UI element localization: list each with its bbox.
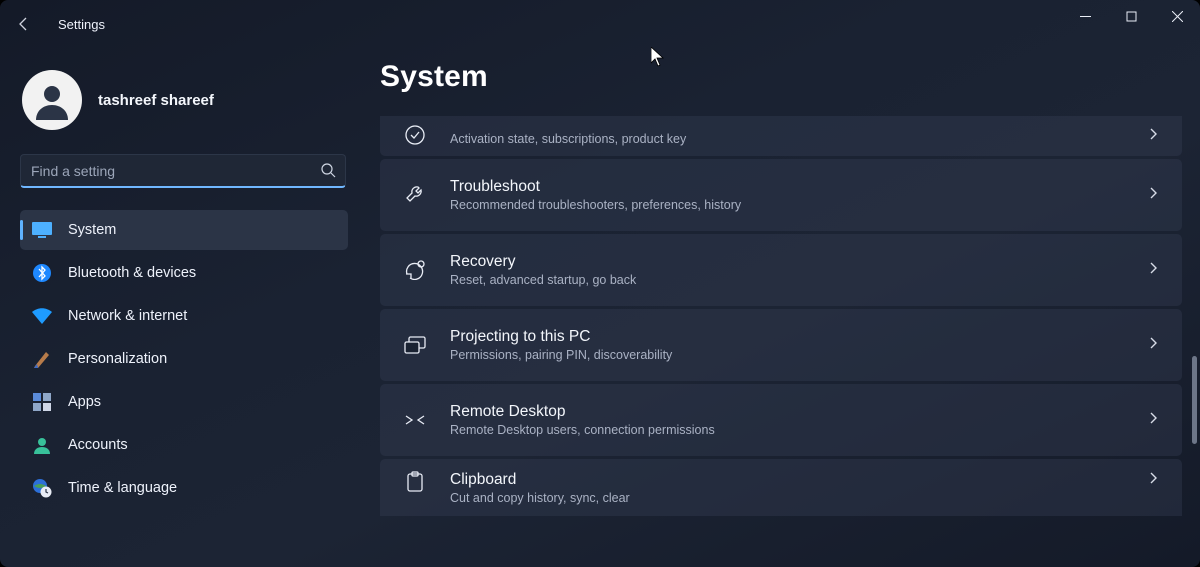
remote-icon [380, 410, 450, 430]
card-text: Remote Desktop Remote Desktop users, con… [450, 403, 1146, 437]
globe-clock-icon [32, 478, 52, 498]
card-title: Troubleshoot [450, 178, 1146, 196]
bluetooth-icon [32, 263, 52, 283]
app-title: Settings [58, 17, 105, 32]
chevron-right-icon [1146, 127, 1160, 146]
card-recovery[interactable]: Recovery Reset, advanced startup, go bac… [380, 234, 1182, 306]
wrench-icon [380, 184, 450, 206]
card-text: Clipboard Cut and copy history, sync, cl… [450, 471, 1146, 505]
sidebar-item-label: Time & language [68, 480, 177, 496]
apps-icon [32, 392, 52, 412]
profile[interactable]: tashreef shareef [20, 64, 348, 150]
sidebar-item-system[interactable]: System [20, 210, 348, 250]
avatar [22, 70, 82, 130]
sidebar-item-label: System [68, 222, 116, 238]
close-button[interactable] [1154, 0, 1200, 32]
chevron-right-icon [1146, 336, 1160, 355]
page-title: System [380, 60, 1182, 94]
card-desc: Permissions, pairing PIN, discoverabilit… [450, 348, 1146, 362]
scrollbar-thumb[interactable] [1192, 356, 1197, 444]
card-remote[interactable]: Remote Desktop Remote Desktop users, con… [380, 384, 1182, 456]
card-clipboard[interactable]: Clipboard Cut and copy history, sync, cl… [380, 459, 1182, 516]
sidebar-item-network[interactable]: Network & internet [20, 296, 348, 336]
monitor-icon [32, 220, 52, 240]
maximize-button[interactable] [1108, 0, 1154, 32]
recovery-icon [380, 260, 450, 280]
chevron-right-icon [1146, 411, 1160, 430]
card-desc: Reset, advanced startup, go back [450, 273, 1146, 287]
card-projecting[interactable]: Projecting to this PC Permissions, pairi… [380, 309, 1182, 381]
settings-window: Settings tashreef shareef System [0, 0, 1200, 567]
sidebar-item-personalization[interactable]: Personalization [20, 339, 348, 379]
card-text: Activation state, subscriptions, product… [450, 132, 1146, 146]
card-desc: Remote Desktop users, connection permiss… [450, 423, 1146, 437]
chevron-right-icon [1146, 471, 1160, 490]
chevron-right-icon [1146, 186, 1160, 205]
clipboard-icon [380, 471, 450, 493]
check-circle-icon [380, 124, 450, 146]
window-controls [1062, 0, 1200, 32]
sidebar-item-time[interactable]: Time & language [20, 468, 348, 508]
settings-list: Activation state, subscriptions, product… [380, 116, 1182, 516]
titlebar: Settings [0, 0, 1200, 48]
sidebar-item-accounts[interactable]: Accounts [20, 425, 348, 465]
paintbrush-icon [32, 349, 52, 369]
scrollbar[interactable] [1192, 124, 1197, 559]
card-title: Recovery [450, 253, 1146, 271]
search-box[interactable] [20, 154, 346, 188]
card-desc: Recommended troubleshooters, preferences… [450, 198, 1146, 212]
sidebar-item-label: Apps [68, 394, 101, 410]
card-title: Projecting to this PC [450, 328, 1146, 346]
sidebar-item-label: Accounts [68, 437, 128, 453]
card-desc: Cut and copy history, sync, clear [450, 491, 1146, 505]
search-input[interactable] [20, 154, 346, 188]
project-icon [380, 335, 450, 355]
sidebar-item-label: Personalization [68, 351, 167, 367]
card-text: Projecting to this PC Permissions, pairi… [450, 328, 1146, 362]
card-desc: Activation state, subscriptions, product… [450, 132, 1146, 146]
wifi-icon [32, 306, 52, 326]
card-title: Clipboard [450, 471, 1146, 489]
card-text: Recovery Reset, advanced startup, go bac… [450, 253, 1146, 287]
minimize-button[interactable] [1062, 0, 1108, 32]
account-icon [32, 435, 52, 455]
nav: System Bluetooth & devices Network & int… [20, 210, 348, 508]
card-activation[interactable]: Activation state, subscriptions, product… [380, 116, 1182, 156]
card-title: Remote Desktop [450, 403, 1146, 421]
card-troubleshoot[interactable]: Troubleshoot Recommended troubleshooters… [380, 159, 1182, 231]
sidebar-item-label: Bluetooth & devices [68, 265, 196, 281]
main-panel: System Activation state, subscriptions, … [380, 60, 1182, 567]
username: tashreef shareef [98, 92, 214, 109]
sidebar-item-apps[interactable]: Apps [20, 382, 348, 422]
sidebar: tashreef shareef System Bluetooth & devi… [0, 48, 360, 567]
chevron-right-icon [1146, 261, 1160, 280]
person-icon [32, 80, 72, 120]
sidebar-item-bluetooth[interactable]: Bluetooth & devices [20, 253, 348, 293]
card-text: Troubleshoot Recommended troubleshooters… [450, 178, 1146, 212]
back-button[interactable] [0, 0, 48, 48]
sidebar-item-label: Network & internet [68, 308, 187, 324]
search-icon [320, 162, 336, 183]
arrow-left-icon [16, 16, 32, 32]
